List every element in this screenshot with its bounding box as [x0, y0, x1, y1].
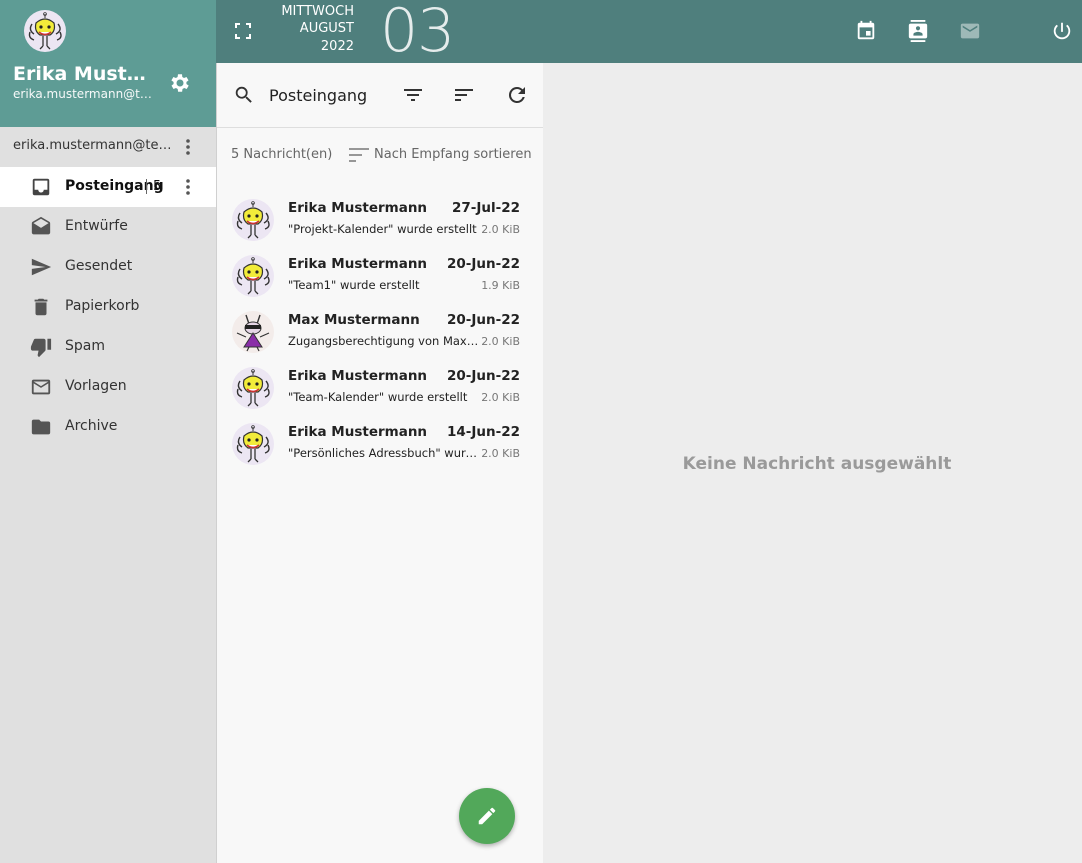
message-subject: "Team-Kalender" wurde erstellt [288, 390, 468, 404]
calendar-icon [857, 20, 875, 40]
contacts-icon [908, 20, 928, 42]
date-day: 03 [380, 0, 455, 66]
calendar-button[interactable] [855, 20, 877, 42]
sidebar: Erika Muster... erika.mustermann@tes... … [0, 0, 216, 863]
sidebar-item-entwuerfe[interactable]: Entwürfe [0, 207, 216, 247]
message-subject: Zugangsberechtigung von Max M... [288, 334, 480, 348]
sort-icon [349, 148, 369, 162]
message-size: 2.0 KiB [481, 447, 520, 460]
message-date: 20-Jun-22 [446, 312, 520, 328]
message-date: 14-Jun-22 [446, 424, 520, 440]
message-sender: Erika Mustermann [288, 368, 428, 384]
message-sender: Erika Mustermann [288, 200, 428, 216]
sort-mode-label: Nach Empfang sortieren [374, 147, 532, 162]
sidebar-item-gesendet[interactable]: Gesendet [0, 247, 216, 287]
sidebar-item-label: Spam [65, 338, 105, 354]
message-count: 5 Nachricht(en) [231, 147, 333, 162]
message-sender: Max Mustermann [288, 312, 420, 328]
sidebar-item-label: Papierkorb [65, 298, 140, 314]
message-date: 20-Jun-22 [446, 256, 520, 272]
avatar[interactable] [24, 10, 66, 52]
mail-icon [31, 379, 51, 395]
message-row[interactable]: Max Mustermann 20-Jun-22 Zugangsberechti… [217, 304, 544, 360]
mail-icon [960, 23, 980, 39]
account-label: erika.mustermann@test... [13, 138, 173, 153]
message-subject: "Persönliches Adressbuch" wurd... [288, 446, 480, 460]
account-menu-icon[interactable] [178, 137, 198, 157]
message-preview-pane: Keine Nachricht ausgewählt [543, 63, 1082, 863]
filter-icon [404, 89, 422, 101]
folder-menu-icon[interactable] [178, 177, 198, 197]
date-weekday: MITTWOCH [281, 4, 354, 19]
avatar [232, 367, 274, 409]
message-size: 2.0 KiB [481, 391, 520, 404]
message-subject: "Projekt-Kalender" wurde erstellt [288, 222, 477, 236]
top-bar: MITTWOCH AUGUST 2022 03 [216, 0, 1082, 66]
sidebar-item-vorlagen[interactable]: Vorlagen [0, 367, 216, 407]
message-date: 27-Jul-22 [451, 200, 520, 216]
pencil-icon [478, 807, 496, 825]
search-icon[interactable] [233, 84, 255, 106]
avatar [232, 423, 274, 465]
sidebar-item-label: Archive [65, 418, 118, 434]
folder-icon [31, 419, 51, 435]
logout-button[interactable] [1051, 20, 1073, 42]
send-icon [31, 258, 52, 276]
sidebar-item-label: Vorlagen [65, 378, 127, 394]
refresh-icon [508, 86, 525, 103]
drafts-icon [31, 216, 51, 235]
user-name: Erika Muster... [13, 63, 153, 85]
trash-icon [34, 298, 48, 316]
avatar [232, 255, 274, 297]
date-year: 2022 [320, 39, 354, 54]
message-date: 20-Jun-22 [446, 368, 520, 384]
account-header: Erika Muster... erika.mustermann@tes... [0, 0, 216, 127]
message-row[interactable]: Erika Mustermann 14-Jun-22 "Persönliches… [217, 416, 544, 472]
sidebar-item-spam[interactable]: Spam [0, 327, 216, 367]
message-row[interactable]: Erika Mustermann 20-Jun-22 "Team-Kalende… [217, 360, 544, 416]
date-month: AUGUST [299, 21, 354, 36]
avatar [232, 311, 274, 353]
unread-count-badge: 5 [146, 179, 161, 194]
message-row[interactable]: Erika Mustermann 27-Jul-22 "Projekt-Kale… [217, 192, 544, 248]
sidebar-item-papierkorb[interactable]: Papierkorb [0, 287, 216, 327]
search-input[interactable] [269, 82, 389, 108]
thumb-down-icon [30, 338, 52, 358]
gear-icon [171, 74, 189, 92]
message-sender: Erika Mustermann [288, 424, 428, 440]
message-size: 2.0 KiB [481, 335, 520, 348]
sort-button[interactable] [452, 83, 476, 107]
filter-button[interactable] [401, 83, 425, 107]
empty-state-text: Keine Nachricht ausgewählt [682, 454, 952, 474]
message-size: 1.9 KiB [481, 279, 520, 292]
power-icon [1053, 22, 1071, 40]
sort-icon [455, 89, 473, 101]
message-size: 2.0 KiB [481, 223, 520, 236]
message-sender: Erika Mustermann [288, 256, 428, 272]
search-bar [217, 63, 544, 128]
sidebar-item-label: Gesendet [65, 258, 133, 274]
user-email: erika.mustermann@tes... [13, 87, 158, 101]
settings-button[interactable] [168, 71, 192, 95]
refresh-button[interactable] [505, 83, 529, 107]
contacts-button[interactable] [907, 20, 929, 42]
compose-button[interactable] [459, 788, 515, 844]
sidebar-item-label: Entwürfe [65, 218, 128, 234]
message-row[interactable]: Erika Mustermann 20-Jun-22 "Team1" wurde… [217, 248, 544, 304]
message-list-pane: 5 Nachricht(en) Nach Empfang sortieren E… [216, 63, 544, 863]
message-subject: "Team1" wurde erstellt [288, 278, 420, 292]
avatar [232, 199, 274, 241]
inbox-icon [32, 178, 50, 196]
mail-button[interactable] [959, 20, 981, 42]
sidebar-item-archive[interactable]: Archive [0, 407, 216, 447]
